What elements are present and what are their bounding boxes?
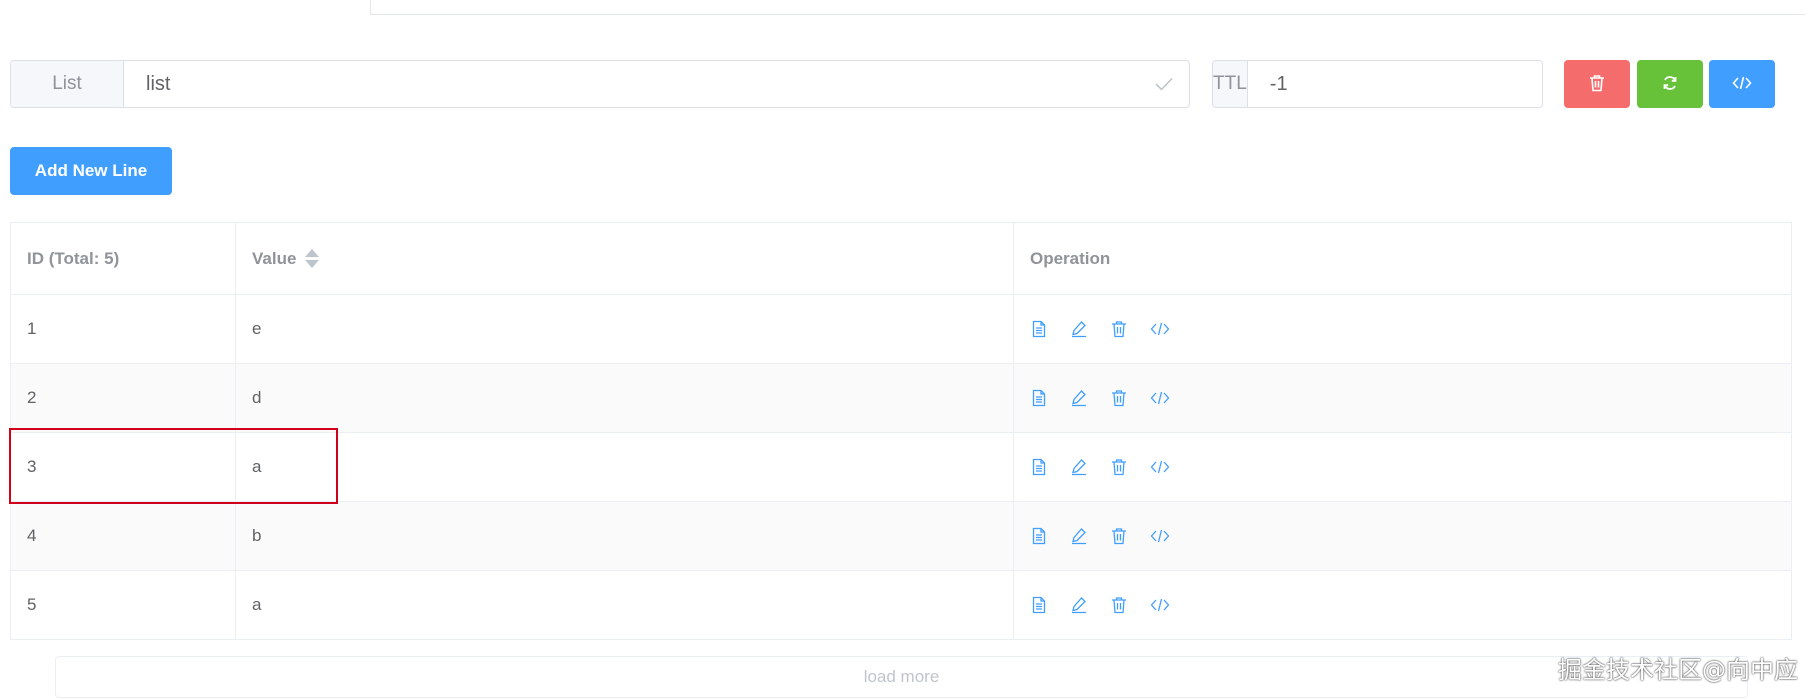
edit-icon[interactable]: [1070, 458, 1088, 476]
table-row: 2 d: [11, 364, 1791, 433]
row-id: 4: [11, 502, 236, 570]
table-header-row: ID (Total: 5) Value Operation: [11, 223, 1791, 295]
row-operations: [1014, 571, 1791, 639]
operation-column-header: Operation: [1030, 248, 1111, 268]
document-icon[interactable]: [1030, 527, 1048, 545]
id-column-header: ID (Total: 5): [11, 223, 236, 294]
edit-icon[interactable]: [1070, 320, 1088, 338]
key-name-group: List: [10, 60, 1190, 108]
delete-key-button[interactable]: [1564, 60, 1630, 108]
row-operations: [1014, 364, 1791, 432]
row-value: d: [236, 364, 1014, 432]
trash-icon[interactable]: [1110, 320, 1128, 338]
row-operations: [1014, 295, 1791, 363]
load-more-button[interactable]: load more: [55, 656, 1748, 698]
key-name-input[interactable]: [124, 61, 1155, 107]
sort-descending-icon[interactable]: [305, 260, 320, 268]
tab-strip-border: [371, 14, 1805, 15]
row-id: 2: [11, 364, 236, 432]
key-type-label: List: [11, 61, 124, 107]
tab-strip: [0, 0, 1816, 15]
ttl-label: TTL: [1213, 61, 1248, 107]
sort-caret-icon[interactable]: [305, 249, 320, 268]
code-icon[interactable]: [1150, 390, 1170, 406]
edit-icon[interactable]: [1070, 389, 1088, 407]
code-icon: [1732, 75, 1752, 94]
refresh-icon: [1661, 74, 1679, 95]
value-column-label: Value: [252, 248, 297, 268]
row-value: a: [236, 571, 1014, 639]
row-operations: [1014, 433, 1791, 501]
document-icon[interactable]: [1030, 458, 1048, 476]
trash-icon: [1588, 74, 1606, 95]
sort-ascending-icon[interactable]: [305, 249, 320, 257]
table-row: 1 e: [11, 295, 1791, 364]
row-id: 1: [11, 295, 236, 363]
list-table: ID (Total: 5) Value Operation 1 e 2 d 3 …: [10, 222, 1792, 640]
ttl-group: TTL: [1212, 60, 1543, 108]
edit-icon[interactable]: [1070, 596, 1088, 614]
document-icon[interactable]: [1030, 389, 1048, 407]
row-value: e: [236, 295, 1014, 363]
table-row: 5 a: [11, 571, 1791, 640]
ttl-input[interactable]: [1247, 61, 1542, 107]
code-icon[interactable]: [1150, 459, 1170, 475]
code-icon[interactable]: [1150, 321, 1170, 337]
edit-icon[interactable]: [1070, 527, 1088, 545]
active-tab[interactable]: [0, 0, 371, 15]
refresh-button[interactable]: [1637, 60, 1703, 108]
trash-icon[interactable]: [1110, 458, 1128, 476]
row-id: 5: [11, 571, 236, 639]
trash-icon[interactable]: [1110, 527, 1128, 545]
value-column-header[interactable]: Value: [236, 223, 1014, 294]
row-value: b: [236, 502, 1014, 570]
table-row: 4 b: [11, 502, 1791, 571]
trash-icon[interactable]: [1110, 389, 1128, 407]
confirm-rename-icon[interactable]: [1155, 77, 1173, 91]
row-value: a: [236, 433, 1014, 501]
row-operations: [1014, 502, 1791, 570]
add-new-line-button[interactable]: Add New Line: [10, 147, 172, 195]
table-row: 3 a: [11, 433, 1791, 502]
document-icon[interactable]: [1030, 596, 1048, 614]
dump-command-button[interactable]: [1709, 60, 1775, 108]
code-icon[interactable]: [1150, 597, 1170, 613]
trash-icon[interactable]: [1110, 596, 1128, 614]
key-name-suffix: [1155, 61, 1189, 107]
code-icon[interactable]: [1150, 528, 1170, 544]
document-icon[interactable]: [1030, 320, 1048, 338]
row-id: 3: [11, 433, 236, 501]
